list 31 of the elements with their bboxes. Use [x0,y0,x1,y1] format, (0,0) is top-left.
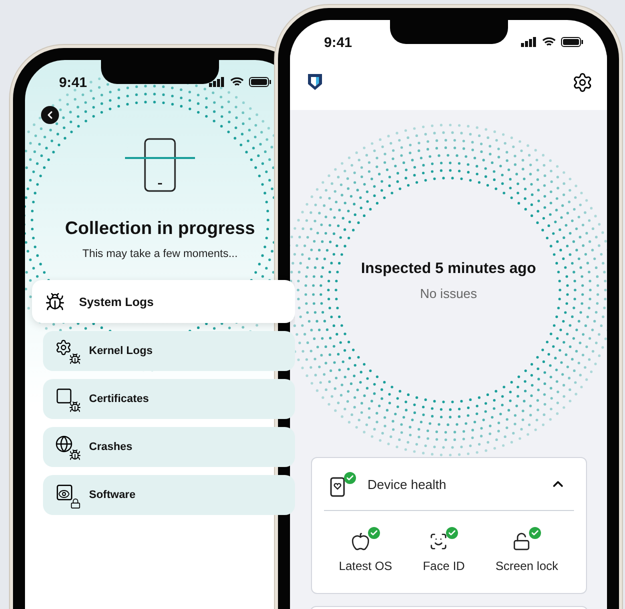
phone-heart-icon [330,472,356,496]
frame-bug-icon [55,387,79,411]
signal-icon [521,37,537,47]
battery-icon [249,77,271,87]
log-category-item[interactable]: Kernel Logs [43,331,295,371]
bug-icon [45,292,65,312]
back-button[interactable] [41,106,59,124]
log-category-item[interactable]: Certificates [43,379,295,419]
phone-scan-icon [125,138,195,192]
wifi-icon [542,37,556,47]
check-label: Face ID [422,559,465,573]
log-category-item[interactable]: Crashes [43,427,295,467]
signal-icon [209,77,225,87]
battery-icon [561,37,583,47]
wifi-icon [230,77,244,87]
globe-bug-icon [55,435,79,459]
status-time: 9:41 [59,74,88,90]
inspection-status-subtitle: No issues [420,286,478,301]
status-time: 9:41 [324,34,352,50]
log-category-item[interactable]: Software [43,475,295,515]
collection-subtitle: This may take a few moments... [82,248,238,260]
settings-icon[interactable] [572,72,593,92]
check-label: Latest OS [338,559,392,573]
eye-lock-icon [55,483,79,507]
inspection-status-title: Inspected 5 minutes ago [360,260,536,277]
check-label: Screen lock [495,559,558,573]
gear-bug-icon [55,339,79,363]
collection-title: Collection in progress [64,218,256,239]
card-title: Device health [368,476,448,492]
log-category-item[interactable]: System Logs [32,280,295,323]
shield-logo-icon [307,73,323,91]
